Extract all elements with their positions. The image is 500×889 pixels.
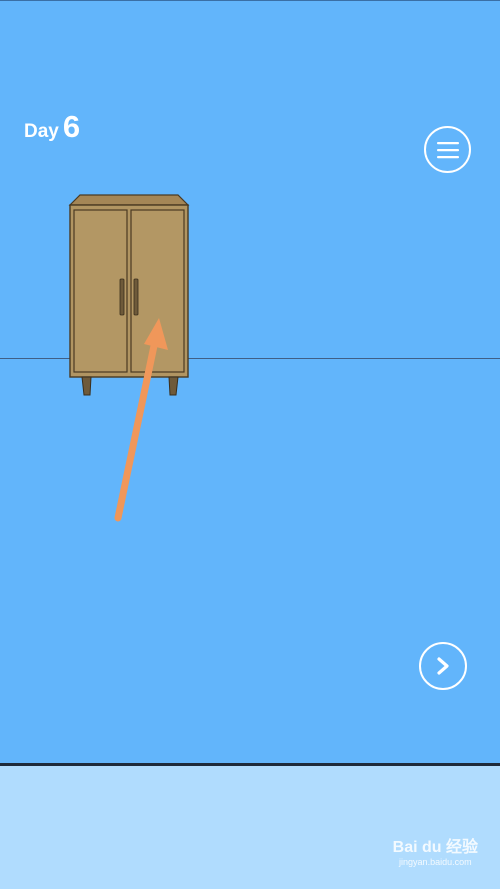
- menu-button[interactable]: [424, 126, 471, 173]
- day-counter: Day 6: [24, 109, 80, 145]
- day-word: Day: [24, 121, 59, 142]
- inventory-panel: Bai du 经验 jingyan.baidu.com: [0, 763, 500, 889]
- game-scene: Day 6: [0, 0, 500, 763]
- chevron-right-icon: [437, 657, 449, 675]
- hamburger-menu-icon: [436, 141, 459, 158]
- next-scene-button[interactable]: [419, 642, 467, 690]
- watermark-brand: Bai du 经验: [392, 839, 478, 856]
- baidu-watermark: Bai du 经验 jingyan.baidu.com: [393, 840, 478, 867]
- annotation-arrow: [114, 318, 168, 522]
- day-number: 6: [62, 109, 81, 144]
- wardrobe-top: [68, 194, 190, 206]
- watermark-site: jingyan.baidu.com: [399, 857, 472, 867]
- wardrobe-left-leg: [81, 376, 92, 396]
